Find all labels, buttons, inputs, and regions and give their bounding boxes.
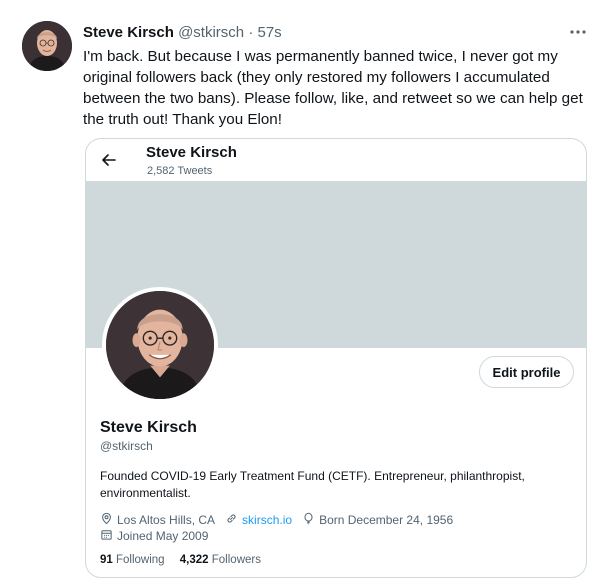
followers-link[interactable]: 4,322 Followers <box>180 554 261 566</box>
profile-joined: Joined May 2009 <box>100 528 208 544</box>
profile-website[interactable]: skirsch.io <box>225 512 292 528</box>
following-label: Following <box>116 554 165 566</box>
profile-meta-row: Los Altos Hills, CA skirsch.io Born Dece… <box>100 512 463 528</box>
tweet-text: I'm back. But because I was permanently … <box>83 48 583 128</box>
profile-follow-stats: 91 Following 4,322 Followers <box>100 554 273 566</box>
followers-label: Followers <box>211 554 261 566</box>
profile-screenshot-card[interactable]: Steve Kirsch 2,582 Tweets Edit profile S… <box>85 138 587 578</box>
profile-location: Los Altos Hills, CA <box>100 512 215 528</box>
tweet-author-avatar[interactable] <box>22 21 72 71</box>
tweet-display-name[interactable]: Steve Kirsch <box>83 24 174 41</box>
card-top-bar: Steve Kirsch 2,582 Tweets <box>86 139 586 181</box>
card-tweets-count: 2,582 Tweets <box>147 165 213 177</box>
profile-joined-row: Joined May 2009 <box>100 528 218 544</box>
calendar-icon <box>100 528 117 544</box>
profile-bio: Founded COVID-19 Early Treatment Fund (C… <box>100 469 525 500</box>
profile-handle: @stkirsch <box>100 439 153 453</box>
following-count: 91 <box>100 554 113 566</box>
edit-profile-button[interactable]: Edit profile <box>479 356 574 388</box>
tweet: Steve Kirsch @stkirsch · 57s I'm back. B… <box>0 0 598 580</box>
arrow-left-icon[interactable] <box>99 150 119 170</box>
card-header-name: Steve Kirsch <box>146 144 237 161</box>
profile-birthday-text: Born December 24, 1956 <box>319 513 454 527</box>
more-horizontal-icon[interactable] <box>568 22 588 42</box>
profile-birthday: Born December 24, 1956 <box>302 512 453 528</box>
profile-avatar[interactable] <box>102 287 218 403</box>
location-pin-icon <box>100 512 117 528</box>
balloon-icon <box>302 512 319 528</box>
link-icon <box>225 512 242 528</box>
tweet-handle[interactable]: @stkirsch <box>178 24 244 41</box>
profile-name: Steve Kirsch <box>100 419 197 436</box>
followers-count: 4,322 <box>179 554 209 566</box>
tweet-timestamp[interactable]: 57s <box>257 24 281 41</box>
header-separator: · <box>248 24 254 41</box>
tweet-header: Steve Kirsch @stkirsch · 57s <box>83 24 282 42</box>
profile-location-text: Los Altos Hills, CA <box>117 513 216 527</box>
profile-joined-text: Joined May 2009 <box>117 529 209 543</box>
profile-website-link[interactable]: skirsch.io <box>242 513 292 527</box>
following-link[interactable]: 91 Following <box>100 554 168 566</box>
